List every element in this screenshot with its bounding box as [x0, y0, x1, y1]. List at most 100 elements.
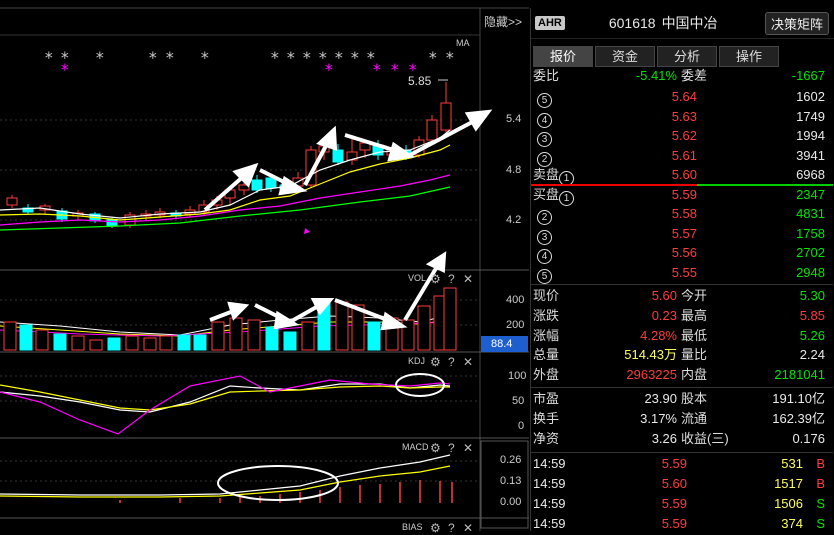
stat-label: 涨幅	[533, 327, 560, 343]
sell-row[interactable]: 2 5.61 3941	[531, 146, 833, 167]
signal-star: *	[350, 48, 360, 67]
vol-close-icon[interactable]: ✕	[463, 272, 473, 286]
stat-label-2: 今开	[681, 288, 708, 303]
buy-row[interactable]: 4 5.56 2702	[531, 243, 833, 264]
tick-price: 5.59	[661, 496, 687, 512]
sell-row[interactable]: 卖盘 1 5.60 6968	[531, 165, 833, 186]
signal-star: *	[324, 60, 334, 79]
ma10-line	[0, 144, 451, 221]
volume-bar	[301, 321, 315, 351]
hide-panel-button[interactable]: 隐藏>>	[484, 13, 522, 30]
tick-time: 14:59	[533, 496, 566, 512]
volume-bar	[53, 333, 67, 351]
buy-level-label: 3	[537, 224, 552, 245]
sell-volume: 1749	[796, 108, 825, 124]
tick-volume: 1506	[774, 496, 803, 512]
level-badge: 5	[537, 268, 552, 284]
divider	[531, 284, 833, 285]
buy-row[interactable]: 3 5.57 1758	[531, 224, 833, 245]
buy-level-label: 买盘 1	[533, 185, 575, 206]
stat-label: 涨跌	[533, 307, 560, 323]
fund-label-2: 股本	[681, 391, 708, 406]
price-axis-tick-3: 4.2	[506, 214, 522, 226]
signal-stars: * *** * * * * * * *** * ** * ** *	[44, 48, 455, 79]
macd-axis-tick-2: 0.13	[500, 475, 522, 487]
weicha-label: 委差	[681, 68, 708, 83]
buy-row[interactable]: 5 5.55 2948	[531, 263, 833, 284]
quote-header: AHR 601618 中国中冶 决策矩阵	[531, 8, 834, 39]
vol-axis-tick-2: 200	[506, 319, 525, 331]
volume-bar	[193, 334, 207, 351]
sell-price: 5.64	[671, 89, 697, 104]
vol-current-value: 88.4	[491, 338, 513, 350]
kdj-gear-icon[interactable]: ⚙	[430, 355, 441, 369]
bias-help-icon[interactable]: ?	[448, 521, 455, 535]
tick-time: 14:59	[533, 516, 566, 532]
vol-gear-icon[interactable]: ⚙	[430, 272, 441, 286]
buy-level-label: 5	[537, 263, 552, 284]
tick-price: 5.60	[661, 476, 687, 492]
sell-volume: 1602	[796, 89, 825, 104]
candle-body	[426, 119, 438, 141]
weibi-label: 委比	[533, 68, 560, 83]
volume-bar	[177, 334, 191, 351]
sell-row[interactable]: 4 5.63 1749	[531, 107, 833, 128]
tick-row: 14:59 5.59 531 B	[531, 454, 833, 474]
kdj-close-icon[interactable]: ✕	[463, 355, 473, 369]
stat-row: 涨跌 0.23 最高 5.85	[531, 306, 833, 326]
ma5-line	[0, 129, 451, 219]
divider	[531, 387, 833, 388]
volume-bar	[417, 305, 431, 351]
buy-row[interactable]: 买盘 1 5.59 2347	[531, 185, 833, 206]
tick-side: B	[816, 476, 825, 492]
sell-price: 5.62	[671, 128, 697, 143]
volume-bar	[247, 319, 261, 351]
macd-help-icon[interactable]: ?	[448, 441, 455, 455]
fund-value-2: 191.10亿	[772, 391, 825, 406]
sell-row[interactable]: 5 5.64 1602	[531, 87, 833, 108]
candle-body	[251, 179, 263, 191]
stat-value: 514.43万	[624, 347, 677, 363]
buy-volume: 2948	[796, 264, 825, 280]
tab-operation[interactable]: 操作	[719, 46, 779, 67]
stat-value: 2963225	[626, 367, 677, 383]
fund-label-2: 收益(三)	[681, 430, 729, 446]
buy-volume: 2347	[796, 186, 825, 202]
bias-gear-icon[interactable]: ⚙	[430, 521, 441, 535]
stat-value: 4.28%	[640, 327, 677, 343]
buy-volume: 2702	[796, 245, 825, 260]
buy-row[interactable]: 2 5.58 4831	[531, 204, 833, 225]
price-axis-tick-1: 5.4	[506, 113, 522, 125]
kdj-axis-tick-3: 0	[518, 420, 525, 432]
stat-label-2: 最低	[681, 327, 708, 343]
volume-bar	[159, 335, 173, 351]
macd-close-icon[interactable]: ✕	[463, 441, 473, 455]
fund-label: 换手	[533, 410, 560, 426]
strategy-matrix-button[interactable]: 决策矩阵	[764, 11, 829, 35]
sell-row[interactable]: 3 5.62 1994	[531, 126, 833, 147]
buy-level-label: 4	[537, 243, 552, 264]
buy-price: 5.58	[671, 206, 697, 221]
fund-value: 3.26	[651, 430, 677, 446]
tab-funds[interactable]: 资金	[595, 46, 655, 67]
stat-label: 外盘	[533, 367, 560, 383]
kdj-help-icon[interactable]: ?	[448, 355, 455, 369]
candle-body	[265, 177, 277, 189]
volume-bar	[35, 329, 49, 351]
tab-quote[interactable]: 报价	[533, 46, 593, 67]
vol-help-icon[interactable]: ?	[448, 272, 455, 286]
fund-value: 3.17%	[640, 410, 677, 426]
fund-label-2: 流通	[681, 410, 708, 426]
tick-price: 5.59	[661, 456, 687, 472]
stat-value-2: 5.26	[799, 327, 825, 343]
candle-body	[6, 197, 18, 206]
ahr-badge[interactable]: AHR	[535, 16, 565, 30]
candle-series	[6, 82, 452, 228]
tick-price: 5.59	[661, 516, 687, 532]
tick-time: 14:59	[533, 476, 566, 492]
tab-analysis[interactable]: 分析	[657, 46, 717, 67]
macd-gear-icon[interactable]: ⚙	[430, 441, 441, 455]
stat-row: 涨幅 4.28% 最低 5.26	[531, 326, 833, 346]
bias-close-icon[interactable]: ✕	[463, 521, 473, 535]
tick-volume: 1517	[774, 476, 803, 492]
